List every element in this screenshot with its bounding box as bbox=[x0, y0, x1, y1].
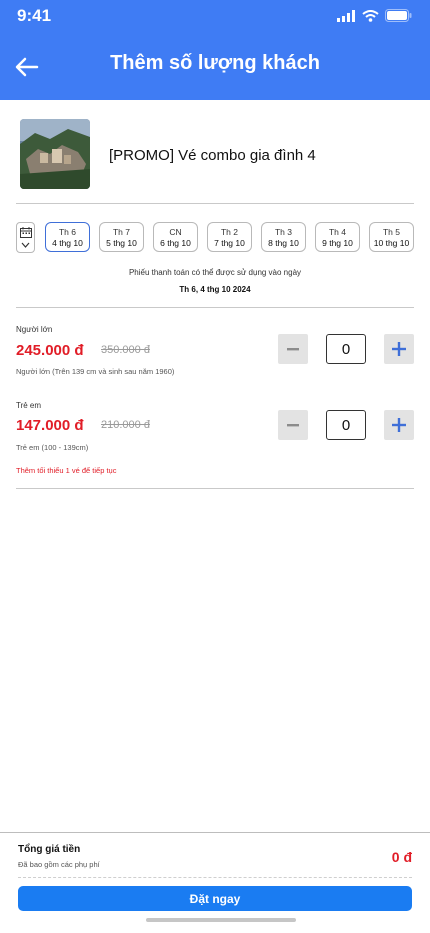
ticket-price-adult: 245.000 đ bbox=[16, 342, 84, 359]
date-chip-day: Th 5 bbox=[382, 227, 400, 237]
increase-child-button[interactable] bbox=[384, 410, 414, 440]
date-chip-date: 5 thg 10 bbox=[106, 238, 137, 248]
date-chip[interactable]: Th 5 10 thg 10 bbox=[369, 222, 414, 252]
date-chip-date: 4 thg 10 bbox=[52, 238, 83, 248]
divider bbox=[16, 488, 414, 489]
chevron-down-icon bbox=[21, 242, 30, 248]
status-bar: 9:41 bbox=[0, 0, 430, 32]
adult-quantity-field[interactable]: 0 bbox=[326, 334, 366, 364]
calendar-icon bbox=[19, 227, 32, 238]
date-chip-day: Th 6 bbox=[58, 227, 76, 237]
date-chip-date: 6 thg 10 bbox=[160, 238, 191, 248]
date-chip-date: 8 thg 10 bbox=[268, 238, 299, 248]
decrease-adult-button[interactable] bbox=[278, 334, 308, 364]
ticket-old-price-child: 210.000 đ bbox=[101, 419, 150, 431]
product-thumbnail bbox=[20, 119, 90, 189]
child-quantity-field[interactable]: 0 bbox=[326, 410, 366, 440]
status-time: 9:41 bbox=[17, 6, 52, 25]
date-chip[interactable]: Th 75 thg 10 bbox=[99, 222, 144, 252]
date-chip[interactable]: Th 38 thg 10 bbox=[261, 222, 306, 252]
product-summary: [PROMO] Vé combo gia đình 4 bbox=[20, 119, 414, 191]
plus-icon bbox=[392, 342, 406, 356]
app-header: 9:41 Thêm số lượng khách bbox=[0, 0, 430, 100]
ticket-price-child: 147.000 đ bbox=[16, 417, 84, 434]
voucher-note: Phiếu thanh toán có thể được sử dụng vào… bbox=[128, 268, 302, 277]
product-title: [PROMO] Vé combo gia đình 4 bbox=[109, 147, 316, 164]
ticket-desc-child: Trẻ em (100 - 139cm) bbox=[16, 443, 89, 452]
signal-icon bbox=[337, 9, 355, 22]
divider bbox=[16, 203, 414, 204]
divider bbox=[16, 307, 414, 308]
date-chip-day: Th 3 bbox=[274, 227, 292, 237]
decrease-child-button[interactable] bbox=[278, 410, 308, 440]
ticket-label-child: Trẻ em bbox=[16, 401, 42, 410]
ticket-old-price-adult: 350.000 đ bbox=[101, 344, 150, 356]
status-icons bbox=[337, 9, 412, 22]
home-indicator bbox=[146, 918, 296, 922]
voucher-date: Th 6, 4 thg 10 2024 bbox=[179, 285, 251, 294]
date-selector: Th 64 thg 10 Th 75 thg 10 CN 6 thg 10 Th … bbox=[16, 222, 416, 254]
minus-icon bbox=[287, 348, 299, 351]
date-chip-day: Th 7 bbox=[112, 227, 130, 237]
total-value: 0 đ bbox=[391, 849, 412, 865]
minus-icon bbox=[287, 424, 299, 427]
plus-icon bbox=[392, 418, 406, 432]
total-label: Tổng giá tiền bbox=[18, 844, 81, 855]
date-chip-date: 9 thg 10 bbox=[322, 238, 353, 248]
battery-icon bbox=[385, 9, 412, 22]
date-chip-day: CN bbox=[169, 227, 182, 237]
dashed-divider bbox=[18, 877, 412, 878]
date-chip-day: Th 4 bbox=[328, 227, 346, 237]
min-ticket-warning: Thêm tối thiểu 1 vé để tiếp tục bbox=[16, 466, 117, 475]
ticket-desc-adult: Người lớn (Trên 139 cm và sinh sau năm 1… bbox=[16, 367, 175, 376]
date-chip-day: Th 2 bbox=[220, 227, 238, 237]
ticket-label-adult: Người lớn bbox=[16, 325, 53, 334]
date-chip-date: 7 thg 10 bbox=[214, 238, 245, 248]
date-chip[interactable]: CN 6 thg 10 bbox=[153, 222, 198, 252]
date-chip[interactable]: Th 64 thg 10 bbox=[45, 222, 90, 252]
book-now-button[interactable]: Đặt ngay bbox=[18, 886, 412, 911]
date-chip-date: 10 thg 10 bbox=[373, 238, 410, 248]
calendar-button[interactable] bbox=[16, 222, 35, 253]
date-chip[interactable]: Th 27 thg 10 bbox=[207, 222, 252, 252]
increase-adult-button[interactable] bbox=[384, 334, 414, 364]
date-chip[interactable]: Th 49 thg 10 bbox=[315, 222, 360, 252]
page-title: Thêm số lượng khách bbox=[110, 52, 320, 74]
total-subtext: Đã bao gồm các phụ phí bbox=[18, 860, 100, 869]
wifi-icon bbox=[362, 9, 379, 22]
footer-divider bbox=[0, 832, 430, 833]
